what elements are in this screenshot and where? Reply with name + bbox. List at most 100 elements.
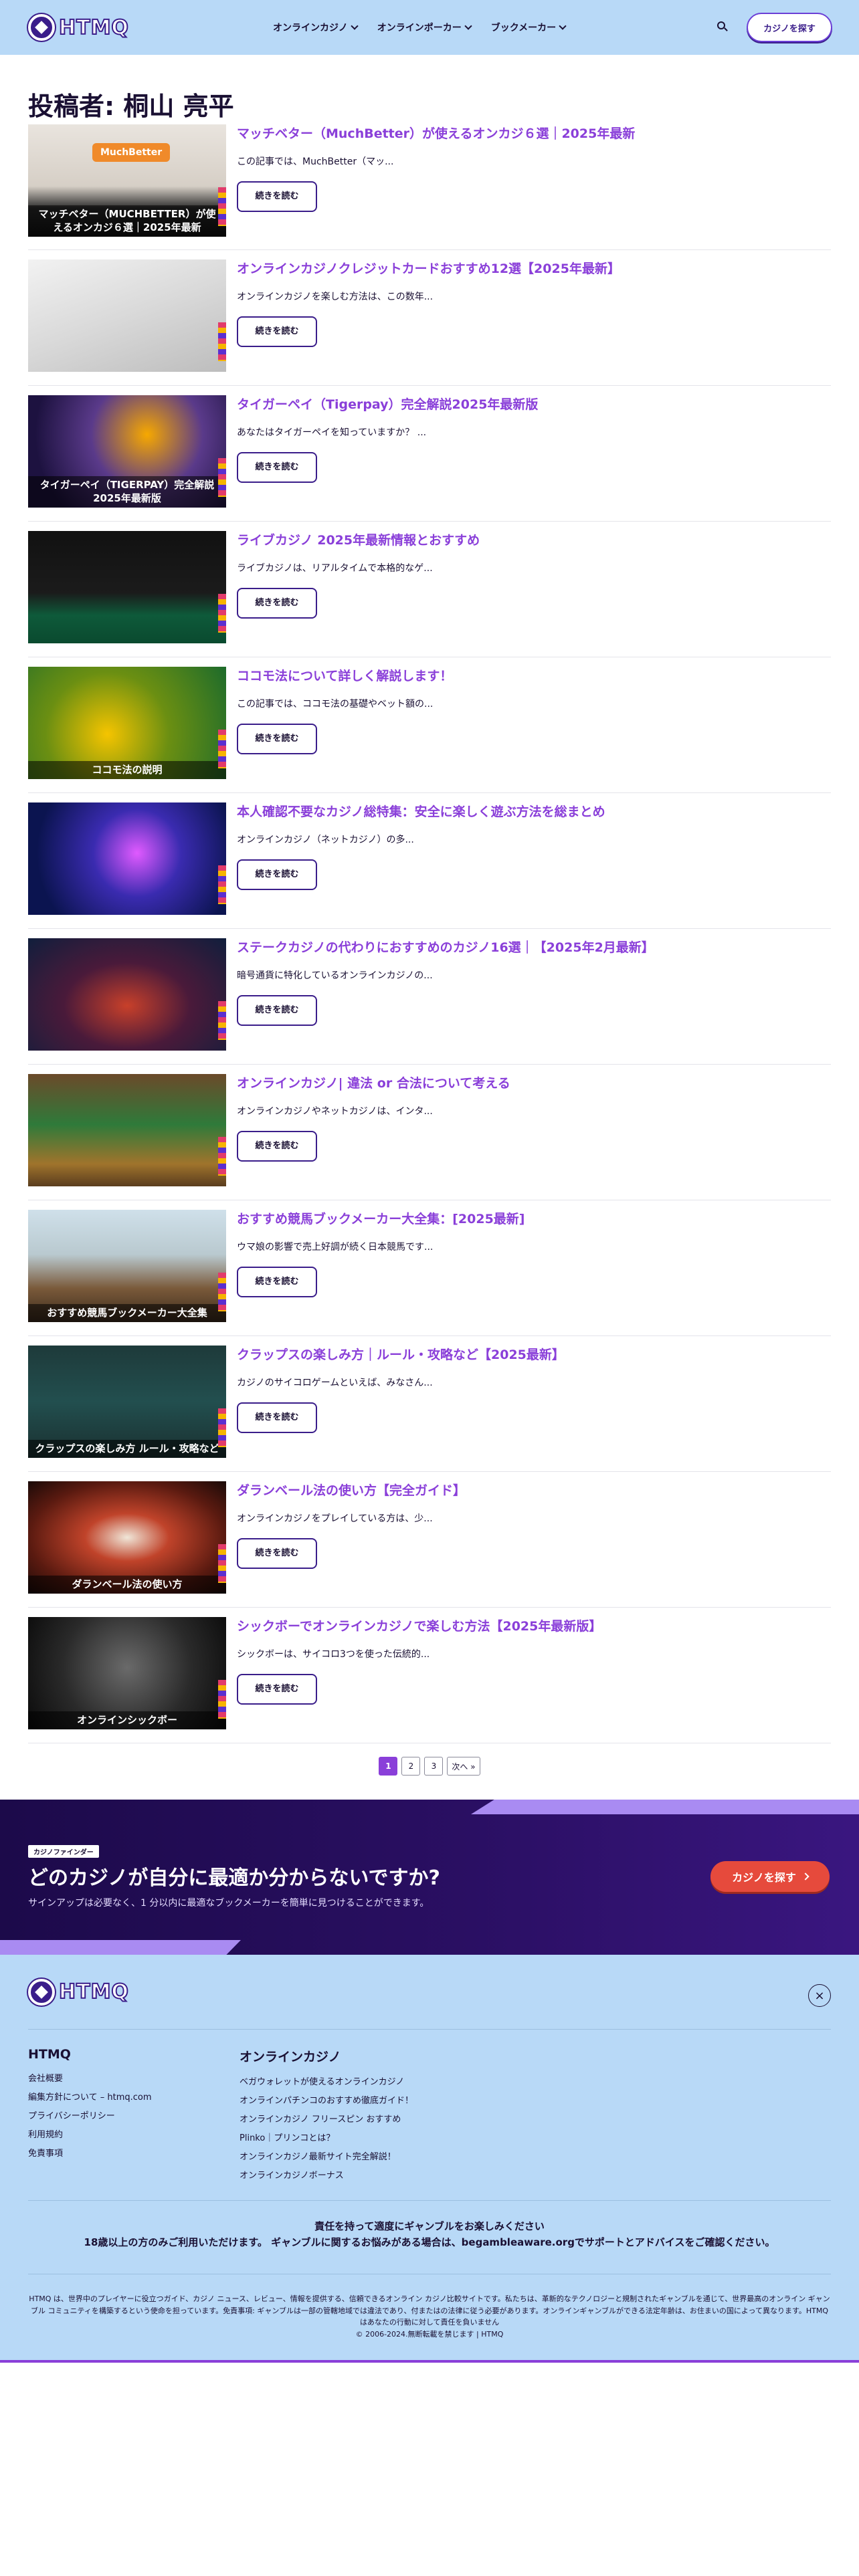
read-more-button[interactable]: 続きを読む [237,1130,317,1162]
post-thumbnail[interactable] [28,531,226,643]
post-thumbnail[interactable] [28,802,226,915]
thumbnail-badge [218,1680,226,1719]
post-excerpt: ライブカジノは、リアルタイムで本格的なゲ... [237,562,433,574]
post-thumbnail[interactable]: おすすめ競馬ブックメーカー大全集 [28,1210,226,1322]
footer-link[interactable]: オンラインカジノ フリースピン おすすめ [240,2112,413,2125]
post-thumbnail[interactable] [28,938,226,1051]
read-more-button[interactable]: 続きを読む [237,859,317,890]
footer-logo[interactable]: HTMQ [28,1978,129,2006]
post-item: タイガーペイ（TIGERPAY）完全解説2025年最新版 タイガーペイ（Tiger… [28,386,831,522]
footer-link[interactable]: オンラインパチンコのおすすめ徹底ガイド！ [240,2093,413,2106]
thumbnail-badge [218,458,226,497]
post-title-link[interactable]: ココモ法について詳しく解説します！ [237,668,831,685]
post-title-link[interactable]: ライブカジノ 2025年最新情報とおすすめ [237,532,831,549]
thumbnail-caption: ダランベール法の使い方 [28,1575,226,1594]
footer-link-terms[interactable]: 利用規約 [28,2127,240,2140]
post-item: ステークカジノの代わりにおすすめのカジノ16選｜【2025年2月最新】 暗号通貨に… [28,929,831,1065]
nav-item-online-casino[interactable]: オンラインカジノ [273,21,359,34]
post-item: オンラインカジノクレジットカードおすすめ12選【2025年最新】 オンラインカジノ… [28,250,831,386]
footer-link-editorial[interactable]: 編集方針について – htmq.com [28,2090,240,2103]
responsible-line-2: 18歳以上の方のみご利用いただけます。 ギャンブルに関するお悩みがある場合は、b… [84,2236,775,2248]
post-thumbnail[interactable]: ココモ法の説明 [28,667,226,779]
thumbnail-caption: マッチベター（MUCHBETTER）が使えるオンカジ６選｜2025年最新 [28,205,226,237]
footer-link[interactable]: Plinko｜プリンコとは？ [240,2131,413,2143]
read-more-button[interactable]: 続きを読む [237,316,317,347]
read-more-button[interactable]: 続きを読む [237,587,317,619]
post-title-link[interactable]: おすすめ競馬ブックメーカー大全集：[2025最新] [237,1211,831,1228]
read-more-button[interactable]: 続きを読む [237,451,317,483]
footer-link-privacy[interactable]: プライバシーポリシー [28,2109,240,2121]
post-excerpt: オンラインカジノやネットカジノは、インタ... [237,1105,433,1117]
post-body: クラップスの楽しみ方｜ルール・攻略など【2025最新】 カジノのサイコロゲームとい… [226,1346,831,1471]
copyright: © 2006-2024.無断転載を禁じます | HTMQ [355,2329,504,2339]
post-title-link[interactable]: クラップスの楽しみ方｜ルール・攻略など【2025最新】 [237,1347,831,1364]
footer-col-title: HTMQ [28,2047,71,2062]
banner-find-casino-button[interactable]: カジノを探す [710,1861,830,1892]
post-body: タイガーペイ（Tigerpay）完全解説2025年最新版あなたはタイガーペイを知… [226,395,831,521]
post-body: シックボーでオンラインカジノで楽しむ方法【2025年最新版】 シックボーは、サイコ… [226,1617,831,1743]
footer-link[interactable]: ベガウォレットが使えるオンラインカジノ [240,2074,413,2087]
nav-item-online-poker[interactable]: オンラインポーカー [377,21,472,34]
thumbnail-brand-logo: MuchBetter [92,143,171,162]
pagination: 1 2 3 次へ » [0,1743,859,1800]
nav-label: ブックメーカー [490,23,557,33]
footer-col-online-casino: オンラインカジノ ベガウォレットが使えるオンラインカジノ オンラインパチンコのお… [240,2047,413,2200]
casino-finder-banner: カジノファインダー どのカジノが自分に最適か分からないですか? サインアップは必… [0,1800,859,1955]
post-item: MuchBetter マッチベター（MUCHBETTER）が使えるオンカジ６選｜2… [28,119,831,250]
next-page-link[interactable]: 次へ » [447,1757,480,1776]
post-excerpt: あなたはタイガーペイを知っていますか？ ... [237,427,427,438]
page-link-3[interactable]: 3 [424,1757,444,1776]
footer-link-disclaimer[interactable]: 免責事項 [28,2146,240,2159]
post-item: 本人確認不要なカジノ総特集：安全に楽しく遊ぶ方法を総まとめ オンラインカジノ（ネッ… [28,793,831,929]
post-body: ココモ法について詳しく解説します！ この記事では、ココモ法の基礎やベット額の...… [226,667,831,792]
post-list: MuchBetter マッチベター（MUCHBETTER）が使えるオンカジ６選｜2… [0,119,859,1743]
post-title-link[interactable]: オンラインカジノ| 違法 or 合法について考える [237,1075,831,1092]
footer-columns: HTMQ 会社概要 編集方針について – htmq.com プライバシーポリシー… [28,2030,831,2201]
responsible-line-1: 責任を持って適度にギャンブルをお楽しみください [314,2220,545,2232]
read-more-button[interactable]: 続きを読む [237,181,317,212]
thumbnail-caption: クラップスの楽しみ方 ルール・攻略など [28,1439,226,1458]
post-title-link[interactable]: マッチベター（MuchBetter）が使えるオンカジ６選｜2025年最新 [237,126,831,142]
post-title-link[interactable]: ダランベール法の使い方【完全ガイド】 [237,1483,831,1499]
read-more-button[interactable]: 続きを読む [237,994,317,1026]
post-thumbnail[interactable] [28,1074,226,1186]
post-thumbnail[interactable]: ダランベール法の使い方 [28,1481,226,1594]
close-icon[interactable]: × [808,1984,831,2007]
read-more-button[interactable]: 続きを読む [237,1673,317,1705]
thumbnail-badge [218,1408,226,1447]
page-link-1[interactable]: 1 [379,1757,398,1776]
post-thumbnail[interactable] [28,259,226,372]
post-thumbnail[interactable]: MuchBetter マッチベター（MUCHBETTER）が使えるオンカジ６選｜2… [28,124,226,237]
page-link-2[interactable]: 2 [401,1757,421,1776]
post-thumbnail[interactable]: クラップスの楽しみ方 ルール・攻略など [28,1346,226,1458]
post-body: オンラインカジノクレジットカードおすすめ12選【2025年最新】 オンラインカジノ… [226,259,831,385]
footer-link[interactable]: オンラインカジノボーナス [240,2168,413,2181]
read-more-button[interactable]: 続きを読む [237,1537,317,1569]
post-title-link[interactable]: ステークカジノの代わりにおすすめのカジノ16選｜【2025年2月最新】 [237,940,831,956]
read-more-button[interactable]: 続きを読む [237,723,317,754]
find-casino-button[interactable]: カジノを探す [747,13,832,42]
search-icon[interactable] [717,21,728,32]
footer-link[interactable]: オンラインカジノ最新サイト完全解説！ [240,2149,413,2162]
post-title-link[interactable]: タイガーペイ（Tigerpay）完全解説2025年最新版 [237,397,831,413]
thumbnail-badge [218,1544,226,1583]
thumbnail-badge [218,1273,226,1311]
site-header: HTMQ オンラインカジノ オンラインポーカー ブックメーカー カジノを探す [0,0,859,55]
post-thumbnail[interactable]: オンラインシックボー [28,1617,226,1729]
site-logo[interactable]: HTMQ [28,14,129,41]
read-more-button[interactable]: 続きを読む [237,1266,317,1297]
post-title-link[interactable]: シックボーでオンラインカジノで楽しむ方法【2025年最新版】 [237,1618,831,1635]
post-title-link[interactable]: オンラインカジノクレジットカードおすすめ12選【2025年最新】 [237,261,831,278]
chevron-down-icon [559,22,567,30]
footer-link-about[interactable]: 会社概要 [28,2071,240,2084]
nav-item-bookmaker[interactable]: ブックメーカー [490,21,567,34]
post-thumbnail[interactable]: タイガーペイ（TIGERPAY）完全解説2025年最新版 [28,395,226,508]
post-title-link[interactable]: 本人確認不要なカジノ総特集：安全に楽しく遊ぶ方法を総まとめ [237,804,831,821]
page: HTMQ オンラインカジノ オンラインポーカー ブックメーカー カジノを探す 投… [0,0,859,2363]
post-item: おすすめ競馬ブックメーカー大全集 おすすめ競馬ブックメーカー大全集：[2025最新… [28,1200,831,1336]
read-more-button[interactable]: 続きを読む [237,1402,317,1433]
thumbnail-caption: ココモ法の説明 [28,760,226,779]
post-excerpt: オンラインカジノをプレイしている方は、少... [237,1513,433,1524]
nav-label: オンラインポーカー [377,23,462,33]
nav-label: オンラインカジノ [273,23,348,33]
